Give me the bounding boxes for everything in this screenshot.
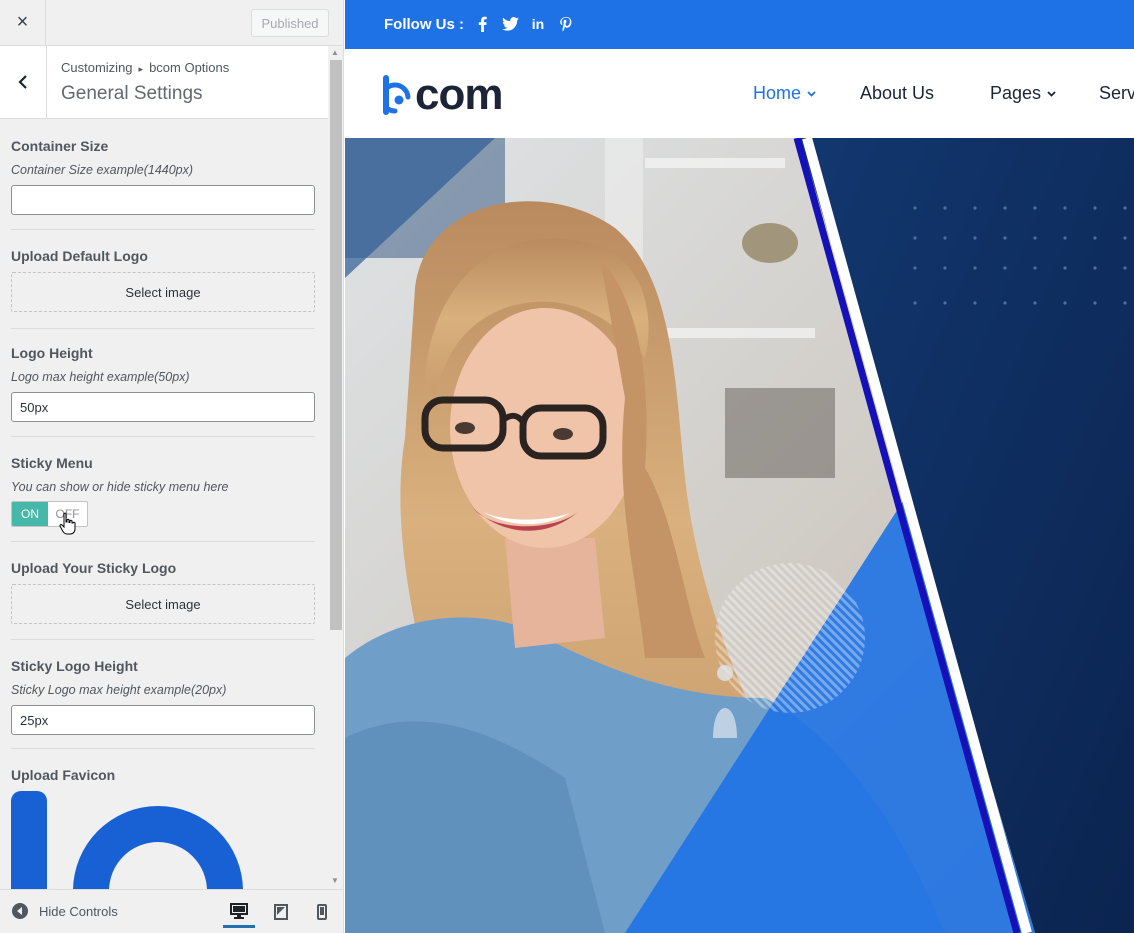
tablet-icon: [274, 904, 288, 920]
nav-about-label: About Us: [860, 83, 935, 103]
hero-image: [345, 138, 1134, 933]
chevron-down-icon: [1047, 90, 1056, 97]
divider: [11, 639, 315, 640]
sticky-menu-title: Sticky Menu: [11, 455, 93, 471]
divider: [11, 748, 315, 749]
nav-home-label: Home: [753, 83, 802, 103]
logo-height-description: Logo max height example(50px): [11, 370, 190, 384]
container-size-control: Container Size Container Size example(14…: [11, 138, 315, 215]
site-logo[interactable]: com: [383, 70, 503, 119]
follow-us-label: Follow Us :: [384, 16, 464, 33]
nav-pages-label: Pages: [990, 83, 1042, 103]
divider: [11, 328, 315, 329]
default-logo-title: Upload Default Logo: [11, 248, 148, 264]
site-preview: Follow Us : in com Home About Us Pages S…: [345, 0, 1134, 933]
nav-services[interactable]: Serv: [1099, 83, 1134, 104]
hide-controls-button[interactable]: Hide Controls: [12, 903, 118, 919]
nav-home[interactable]: Home: [753, 83, 816, 104]
sticky-menu-control: Sticky Menu You can show or hide sticky …: [11, 455, 315, 527]
sticky-logo-height-title: Sticky Logo Height: [11, 658, 138, 674]
social-topbar: Follow Us : in: [345, 0, 1134, 49]
twitter-icon: [501, 17, 519, 31]
sticky-logo-height-control: Sticky Logo Height Sticky Logo max heigh…: [11, 658, 315, 735]
favicon-preview-image[interactable]: [11, 791, 315, 889]
site-navbar: com Home About Us Pages Serv: [345, 49, 1134, 138]
scrollbar-thumb[interactable]: [330, 60, 342, 630]
pinterest-icon: [560, 16, 572, 31]
collapse-icon: [12, 903, 28, 919]
logo-text: com: [415, 70, 503, 119]
breadcrumb-root: Customizing: [61, 60, 133, 75]
nav-services-label: Serv: [1099, 83, 1134, 103]
hide-controls-label: Hide Controls: [39, 903, 118, 919]
divider: [11, 436, 315, 437]
default-logo-select-button[interactable]: Select image: [11, 272, 315, 312]
sticky-menu-description: You can show or hide sticky menu here: [11, 480, 229, 494]
facebook-icon: [478, 16, 487, 32]
bcom-logo-mark: [383, 75, 411, 115]
favicon-control: Upload Favicon: [11, 767, 315, 889]
sticky-logo-title: Upload Your Sticky Logo: [11, 560, 177, 576]
sticky-logo-height-description: Sticky Logo max height example(20px): [11, 683, 227, 697]
caret-right-icon: ▸: [138, 64, 144, 74]
sticky-logo-height-input[interactable]: [11, 705, 315, 735]
section-title: General Settings: [61, 83, 203, 104]
tablet-preview-button[interactable]: [265, 896, 297, 928]
container-size-title: Container Size: [11, 138, 109, 154]
toggle-on-label[interactable]: ON: [12, 502, 48, 526]
default-logo-control: Upload Default Logo Select image: [11, 248, 315, 312]
mobile-icon: [317, 904, 327, 920]
favicon-logo-graphic: [11, 791, 243, 889]
section-header: Customizing ▸ bcom Options General Setting…: [0, 46, 328, 119]
chevron-down-icon: [807, 90, 816, 97]
container-size-description: Container Size example(1440px): [11, 163, 194, 177]
publish-button[interactable]: Published: [251, 9, 329, 37]
mobile-preview-button[interactable]: [306, 896, 338, 928]
customizer-sidebar: × Published Customizing ▸ bcom Options Gen…: [0, 0, 344, 933]
nav-pages[interactable]: Pages: [990, 83, 1056, 104]
twitter-link[interactable]: [501, 14, 519, 34]
close-customizer-button[interactable]: ×: [0, 0, 46, 45]
desktop-preview-button[interactable]: [223, 896, 255, 928]
facebook-link[interactable]: [473, 14, 491, 34]
desktop-icon: [230, 902, 248, 919]
back-button[interactable]: [0, 46, 47, 118]
sticky-menu-toggle[interactable]: ON OFF: [11, 501, 88, 527]
linkedin-icon: in: [531, 16, 545, 32]
divider: [11, 541, 315, 542]
sticky-logo-select-button[interactable]: Select image: [11, 584, 315, 624]
logo-height-input[interactable]: [11, 392, 315, 422]
hand-cursor-icon: [59, 512, 76, 535]
hero-banner: [345, 138, 1134, 933]
close-icon: ×: [16, 11, 29, 33]
breadcrumb: Customizing ▸ bcom Options: [61, 60, 229, 75]
logo-height-control: Logo Height Logo max height example(50px…: [11, 345, 315, 422]
linkedin-link[interactable]: in: [529, 14, 547, 34]
customizer-footer: Hide Controls: [0, 889, 343, 933]
divider: [11, 229, 315, 230]
favicon-title: Upload Favicon: [11, 767, 116, 783]
scroll-down-icon[interactable]: ▼: [331, 876, 339, 885]
chevron-left-icon: [18, 75, 27, 89]
scroll-up-icon[interactable]: ▲: [331, 48, 339, 57]
sticky-logo-control: Upload Your Sticky Logo Select image: [11, 560, 315, 624]
pinterest-link[interactable]: [557, 14, 575, 34]
controls-panel: Container Size Container Size example(14…: [0, 119, 328, 889]
container-size-input[interactable]: [11, 185, 315, 215]
breadcrumb-parent: bcom Options: [149, 60, 230, 75]
sidebar-scrollbar[interactable]: ▲ ▼: [328, 46, 343, 889]
customizer-topbar: × Published: [0, 0, 343, 46]
nav-about[interactable]: About Us: [860, 83, 934, 104]
logo-height-title: Logo Height: [11, 345, 93, 361]
